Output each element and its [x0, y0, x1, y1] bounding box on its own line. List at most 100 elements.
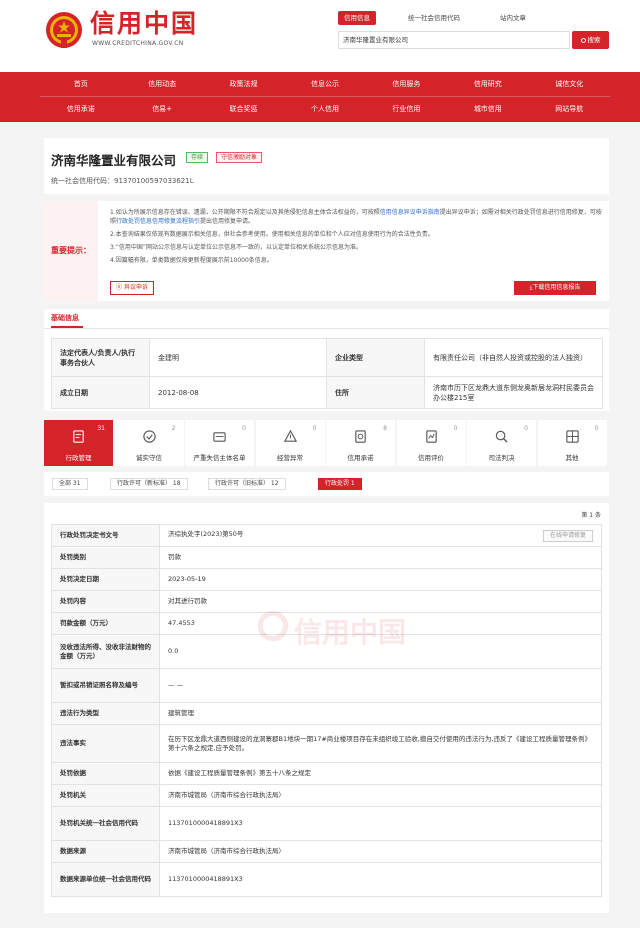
- record-tab-label: 诚实守信: [136, 454, 162, 462]
- detail-label: 处罚决定日期: [51, 568, 160, 591]
- objection-button[interactable]: ⓞ 异议申诉: [110, 281, 154, 295]
- record-tab-count: 8: [383, 425, 387, 432]
- record-tab-8[interactable]: 0 其他: [537, 420, 607, 466]
- record-tab-1[interactable]: 31 行政管理: [44, 420, 113, 466]
- record-tab-count: 0: [242, 425, 246, 432]
- search-button[interactable]: 搜索: [572, 31, 609, 49]
- record-tab-4[interactable]: 0 经营异常: [255, 420, 325, 466]
- detail-label: 数据来源单位统一社会信用代码: [51, 862, 160, 897]
- detail-value: 建筑管理: [159, 702, 602, 725]
- record-tab-2[interactable]: 2 诚实守信: [114, 420, 184, 466]
- record-tab-label: 信用评价: [418, 454, 444, 462]
- search-tab-articles[interactable]: 站内文章: [500, 11, 526, 25]
- detail-label: 违法行为类型: [51, 702, 160, 725]
- nav-item-2-7[interactable]: 网站导航: [529, 97, 610, 122]
- record-tab-count: 31: [97, 425, 105, 432]
- record-tab-3[interactable]: 0 严重失信主体名单: [185, 420, 254, 466]
- repair-guide-link[interactable]: 行政处罚信息信用修复流程指引: [116, 218, 200, 225]
- detail-value: 罚款: [159, 546, 602, 569]
- detail-label: 数据来源: [51, 840, 160, 863]
- nav-item-2-1[interactable]: 信用承诺: [40, 97, 121, 122]
- credit-code-label: 统一社会信用代码：: [51, 177, 114, 185]
- notice-line-2: 2.本查询结果仅依现有数据展示相关信息，供社会参考使用。使用相关信息的单位和个人…: [110, 231, 434, 238]
- record-tab-label: 严重失信主体名单: [193, 454, 246, 462]
- record-tab-label: 其他: [565, 454, 579, 462]
- judgment-icon: [495, 430, 508, 443]
- record-tab-label: 信用承诺: [347, 454, 374, 462]
- table-row: 数据来源 济南市城管局（济南市综合行政执法局）: [51, 840, 602, 863]
- record-tab-count: 0: [312, 425, 317, 432]
- site-header: 信用中国 WWW.CREDITCHINA.GOV.CN 信用信息 统一社会信用代…: [0, 0, 640, 72]
- detail-label: 处罚依据: [51, 762, 160, 785]
- download-report-button[interactable]: ⤓下载信用信息报告: [514, 281, 596, 295]
- honesty-icon: [142, 430, 156, 443]
- detail-label: 违法事实: [51, 724, 160, 763]
- detail-value: 依据《建设工程质量管理条例》第五十八条之规定: [159, 762, 602, 785]
- nav-item-2-4[interactable]: 个人信用: [284, 97, 365, 122]
- commitment-icon: [355, 430, 366, 443]
- record-tab-count: 0: [594, 425, 599, 432]
- table-row: 处罚决定日期 2023-05-19: [51, 568, 602, 591]
- evaluation-icon: [425, 430, 437, 443]
- date-label: 成立日期: [51, 376, 150, 409]
- penalty-detail-table: 行政处罚决定书文号 济综执处字(2023)第50号 在线申请修复 处罚类别 罚款 处罚决定…: [51, 524, 602, 897]
- table-row: 处罚依据 依据《建设工程质量管理条例》第五十八条之规定: [51, 762, 602, 785]
- detail-label: 行政处罚决定书文号: [51, 524, 160, 547]
- notice-label: 重要提示：: [44, 201, 98, 301]
- search-tab-credit-info[interactable]: 信用信息: [338, 11, 376, 25]
- record-tab-count: 0: [453, 425, 458, 432]
- apply-repair-button[interactable]: 在线申请修复: [542, 529, 593, 542]
- nav-item-1-2[interactable]: 信用动态: [121, 72, 202, 96]
- nav-item-2-3[interactable]: 联合奖惩: [203, 97, 284, 122]
- table-row: 没收违法所得、没收非法财物的金额（万元） 0.0: [51, 634, 602, 669]
- record-count: 第 1 条: [581, 512, 601, 519]
- record-filter-bar: 全部 31 行政许可（新标准） 18 行政许可（旧标准） 12 行政处罚 1: [44, 472, 609, 496]
- national-emblem-icon[interactable]: [44, 10, 84, 50]
- detail-value: 济南市城管局（济南市综合行政执法局）: [159, 784, 602, 807]
- search-icon: [580, 38, 586, 43]
- nav-row-2: 信用承诺 信易+ 联合奖惩 个人信用 行业信用 城市信用 网站导航: [40, 97, 610, 122]
- record-tab-count: 0: [524, 425, 528, 432]
- nav-item-1-1[interactable]: 首页: [40, 72, 121, 96]
- notice-line-1-part-a: 1.如认为所展示信息存在错误、遗漏，公开期限不符合规定以及其他侵犯信息主体合法权…: [110, 209, 380, 216]
- detail-label: 处罚内容: [51, 590, 160, 613]
- nav-item-1-3[interactable]: 政策法规: [203, 72, 284, 96]
- nav-item-1-6[interactable]: 信用研究: [447, 72, 528, 96]
- abnormal-alert-icon: [283, 429, 297, 442]
- search-input[interactable]: 济南华隆置业有限公司: [338, 31, 570, 49]
- detail-label: 没收违法所得、没收非法财物的金额（万元）: [51, 634, 160, 669]
- notice-text: 1.如认为所展示信息存在错误、遗漏，公开期限不符合规定以及其他侵犯信息主体合法权…: [110, 208, 602, 269]
- detail-label: 暂扣或吊销证照名称及编号: [51, 668, 160, 703]
- table-row: 处罚机关 济南市城管局（济南市综合行政执法局）: [51, 784, 602, 807]
- filter-penalty[interactable]: 行政处罚 1: [318, 478, 362, 490]
- detail-value: 47.4553: [159, 612, 602, 635]
- filter-permit-old[interactable]: 行政许可（旧标准） 12: [208, 478, 286, 490]
- filter-all[interactable]: 全部 31: [52, 478, 88, 490]
- nav-item-1-4[interactable]: 信息公示: [284, 72, 365, 96]
- detail-value: 0.0: [159, 634, 602, 669]
- filter-permit-new[interactable]: 行政许可（新标准） 18: [110, 478, 188, 490]
- detail-value: 113701000041889​1X3: [159, 806, 602, 841]
- download-button-label: 下载信用信息报告: [532, 284, 581, 291]
- site-logo-text[interactable]: 信用中国: [90, 10, 198, 38]
- detail-value: 在历下区龙鼎大道西侧建设的龙洞寨郡B1地块一期17#商业楼项目存在未组织竣工验收…: [159, 724, 602, 763]
- nav-item-1-7[interactable]: 诚信文化: [529, 72, 610, 96]
- type-label: 企业类型: [326, 338, 425, 377]
- rep-label: 法定代表人/负责人/执行事务合伙人: [51, 338, 150, 377]
- record-tab-6[interactable]: 0 信用评价: [396, 420, 466, 466]
- detail-value: — —: [159, 668, 602, 703]
- nav-item-1-5[interactable]: 信用服务: [366, 72, 447, 96]
- objection-guide-link[interactable]: 信用信息异议申诉指南: [380, 209, 440, 216]
- record-tab-label: 司法判决: [488, 454, 515, 462]
- nav-item-2-2[interactable]: 信易+: [121, 97, 202, 122]
- record-tab-5[interactable]: 8 信用承诺: [326, 420, 395, 466]
- record-tab-7[interactable]: 0 司法判决: [467, 420, 536, 466]
- addr-value: 济南市历下区龙鼎大道东侧龙奥新居龙洞村民委员会办公楼215室: [424, 376, 603, 409]
- detail-value: 2023-05-19: [159, 568, 602, 591]
- nav-item-2-6[interactable]: 城市信用: [447, 97, 528, 122]
- table-row: 处罚内容 对其进行罚款: [51, 590, 602, 613]
- nav-item-2-5[interactable]: 行业信用: [366, 97, 447, 122]
- search-tab-credit-code[interactable]: 统一社会信用代码: [408, 11, 460, 25]
- record-tab-label: 经营异常: [277, 454, 303, 462]
- record-tab-count: 2: [171, 425, 176, 432]
